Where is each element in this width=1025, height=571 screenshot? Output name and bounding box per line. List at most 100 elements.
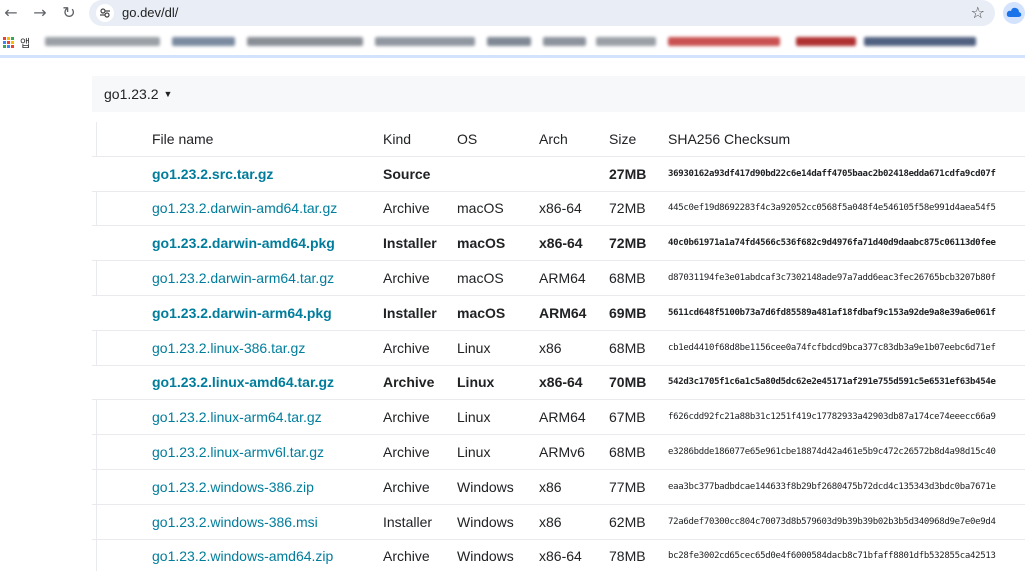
kind-cell: Archive: [383, 339, 430, 356]
os-cell: macOS: [457, 270, 504, 287]
sha256-cell: bc28fe3002cd65cec65d0e4f6000584dacb8c71b…: [668, 551, 996, 562]
bookmark-item[interactable]: [864, 37, 976, 46]
bookmark-item[interactable]: [45, 37, 160, 46]
downloads-table: File name Kind OS Arch Size SHA256 Check…: [92, 122, 1025, 571]
kind-cell: Archive: [383, 444, 430, 461]
bookmark-item[interactable]: [596, 37, 656, 46]
os-cell: Windows: [457, 513, 514, 530]
version-selector[interactable]: go1.23.2 ▼: [104, 86, 172, 102]
file-name-cell: go1.23.2.darwin-amd64.pkg: [96, 226, 383, 261]
os-cell: [457, 156, 539, 191]
arch-cell: x86: [539, 478, 562, 495]
download-link[interactable]: go1.23.2.darwin-arm64.tar.gz: [152, 270, 334, 286]
sha256-cell: 5611cd648f5100b73a7d6fd85589a481af18fdba…: [668, 307, 996, 318]
download-link[interactable]: go1.23.2.darwin-arm64.pkg: [152, 305, 332, 321]
sha256-cell: f626cdd92fc21a88b31c1251f419c17782933a42…: [668, 412, 996, 423]
file-name-cell: go1.23.2.darwin-amd64.tar.gz: [96, 191, 383, 226]
download-link[interactable]: go1.23.2.windows-amd64.zip: [152, 548, 333, 564]
download-link[interactable]: go1.23.2.linux-386.tar.gz: [152, 340, 305, 356]
header-arch: Arch: [539, 130, 568, 147]
size-cell: 77MB: [609, 478, 646, 495]
kind-cell: Archive: [383, 374, 435, 391]
os-cell: Linux: [457, 339, 491, 356]
table-row: go1.23.2.windows-amd64.zip Archive Windows…: [92, 539, 1025, 571]
file-name-cell: go1.23.2.windows-386.msi: [96, 504, 383, 539]
table-row: go1.23.2.linux-amd64.tar.gz Archive Linux x…: [92, 365, 1025, 400]
file-name-cell: go1.23.2.src.tar.gz: [96, 156, 383, 191]
version-header: go1.23.2 ▼: [92, 76, 1025, 112]
header-sha256: SHA256 Checksum: [668, 130, 791, 147]
kind-cell: Archive: [383, 200, 430, 217]
header-kind: Kind: [383, 130, 412, 147]
forward-arrow-icon[interactable]: →: [29, 3, 51, 23]
download-link[interactable]: go1.23.2.darwin-amd64.tar.gz: [152, 200, 337, 216]
reload-icon[interactable]: ↻: [58, 3, 80, 23]
bookmarks-bar: 앱: [0, 28, 1025, 55]
sha256-cell: 445c0ef19d8692283f4c3a92052cc0568f5a048f…: [668, 203, 996, 214]
file-name-cell: go1.23.2.linux-armv6l.tar.gz: [96, 435, 383, 470]
kind-cell: Archive: [383, 270, 430, 287]
file-name-cell: go1.23.2.darwin-arm64.tar.gz: [96, 261, 383, 296]
size-cell: 62MB: [609, 513, 646, 530]
arch-cell: x86: [539, 513, 562, 530]
os-cell: Windows: [457, 478, 514, 495]
caret-down-icon: ▼: [163, 89, 173, 99]
profile-cloud-icon[interactable]: [1003, 2, 1025, 24]
file-name-cell: go1.23.2.linux-amd64.tar.gz: [96, 365, 383, 400]
table-row: go1.23.2.darwin-amd64.tar.gz Archive macOS…: [92, 191, 1025, 226]
size-cell: 70MB: [609, 374, 647, 391]
download-link[interactable]: go1.23.2.linux-armv6l.tar.gz: [152, 444, 324, 460]
url-text[interactable]: go.dev/dl/: [122, 5, 178, 20]
os-cell: macOS: [457, 200, 504, 217]
table-row: go1.23.2.src.tar.gz Source 27MB 36930162a93…: [92, 156, 1025, 192]
file-name-cell: go1.23.2.windows-amd64.zip: [96, 539, 383, 571]
download-link[interactable]: go1.23.2.src.tar.gz: [152, 166, 273, 182]
arch-cell: ARMv6: [539, 444, 585, 461]
apps-label[interactable]: 앱: [20, 35, 30, 51]
os-cell: Linux: [457, 374, 495, 391]
downloads-table-wrap: File name Kind OS Arch Size SHA256 Check…: [92, 122, 1025, 571]
arch-cell: x86-64: [539, 374, 583, 391]
size-cell: 72MB: [609, 235, 647, 252]
address-bar[interactable]: go.dev/dl/ ☆: [89, 0, 995, 26]
arch-cell: x86-64: [539, 548, 582, 565]
os-cell: macOS: [457, 304, 506, 321]
os-cell: Linux: [457, 444, 491, 461]
apps-grid-icon[interactable]: [3, 37, 15, 49]
arch-cell: [539, 156, 609, 191]
download-link[interactable]: go1.23.2.linux-amd64.tar.gz: [152, 374, 334, 390]
table-row: go1.23.2.windows-386.msi Installer Windows…: [92, 504, 1025, 540]
site-info-icon[interactable]: [96, 4, 114, 22]
browser-toolbar: ← → ↻ go.dev/dl/ ☆: [0, 0, 1025, 27]
download-link[interactable]: go1.23.2.windows-386.msi: [152, 514, 318, 530]
download-link[interactable]: go1.23.2.darwin-amd64.pkg: [152, 235, 335, 251]
size-cell: 72MB: [609, 200, 646, 217]
table-header-row: File name Kind OS Arch Size SHA256 Check…: [92, 122, 1025, 157]
sha256-cell: 40c0b61971a1a74fd4566c536f682c9d4976fa71…: [668, 238, 996, 249]
download-link[interactable]: go1.23.2.linux-arm64.tar.gz: [152, 409, 322, 425]
file-name-cell: go1.23.2.linux-arm64.tar.gz: [96, 400, 383, 435]
bookmark-item[interactable]: [543, 37, 586, 46]
download-link[interactable]: go1.23.2.windows-386.zip: [152, 479, 314, 495]
size-cell: 68MB: [609, 270, 646, 287]
bookmark-item[interactable]: [375, 37, 475, 46]
bookmark-item[interactable]: [247, 37, 363, 46]
table-row: go1.23.2.darwin-amd64.pkg Installer macOS x…: [92, 225, 1025, 261]
file-name-cell: go1.23.2.darwin-arm64.pkg: [96, 295, 383, 330]
size-cell: 69MB: [609, 304, 647, 321]
bookmark-item[interactable]: [172, 37, 235, 46]
arch-cell: x86-64: [539, 235, 583, 252]
back-arrow-icon[interactable]: ←: [0, 3, 22, 23]
table-row: go1.23.2.darwin-arm64.tar.gz Archive macOS…: [92, 260, 1025, 296]
sha256-cell: e3286bdde186077e65e961cbe18874d42a461e5b…: [668, 447, 996, 458]
bookmark-item[interactable]: [796, 37, 856, 46]
toolbar-divider: [0, 55, 1025, 58]
arch-cell: ARM64: [539, 409, 586, 426]
bookmark-item[interactable]: [668, 37, 780, 46]
size-cell: 27MB: [609, 165, 647, 182]
bookmark-item[interactable]: [487, 37, 531, 46]
kind-cell: Archive: [383, 548, 430, 565]
sha256-cell: 36930162a93df417d90bd22c6e14daff4705baac…: [668, 168, 996, 179]
version-label: go1.23.2: [104, 86, 159, 102]
bookmark-star-icon[interactable]: ☆: [971, 3, 985, 22]
